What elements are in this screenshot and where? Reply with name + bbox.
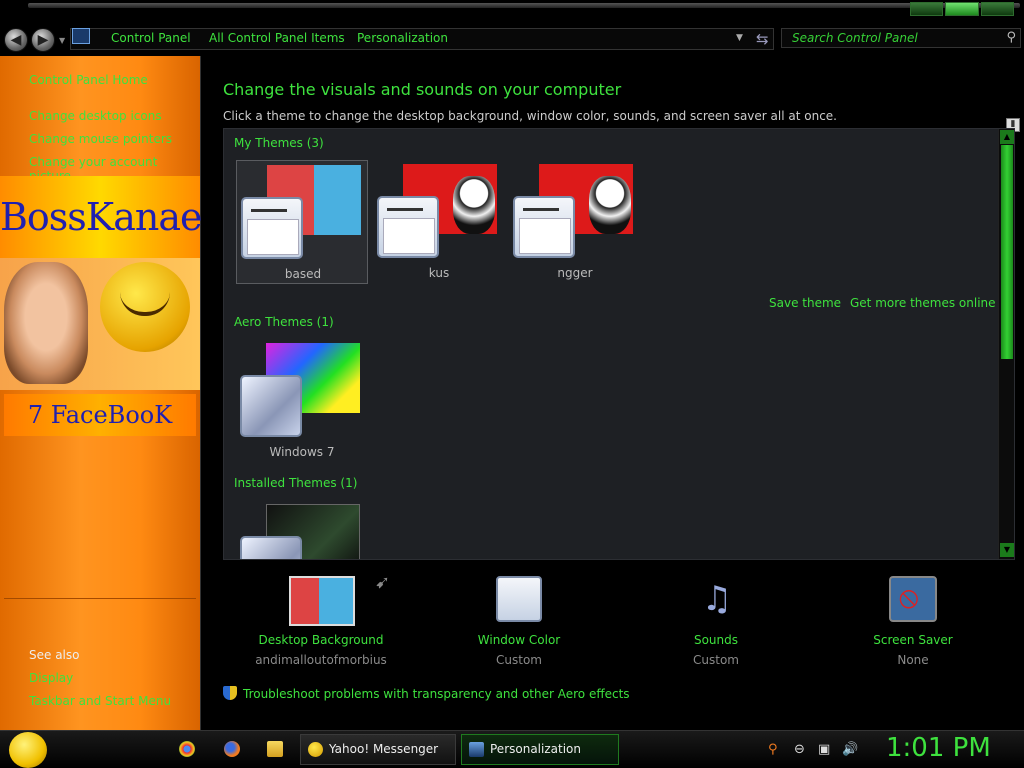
- task-yahoo-messenger[interactable]: Yahoo! Messenger: [300, 734, 456, 765]
- desktop-background-value: andimalloutofmorbius: [255, 653, 387, 667]
- window-color-icon: [513, 196, 575, 258]
- window-color-icon: [240, 536, 302, 559]
- search-tray-icon[interactable]: ⚲: [768, 742, 778, 757]
- taskbar: Yahoo! Messenger Personalization ⚲ ⊖ ▣ 🔊…: [0, 730, 1024, 768]
- minimize-button[interactable]: [910, 2, 944, 16]
- breadcrumb-personalization[interactable]: Personalization: [357, 31, 448, 45]
- status-tray-icon[interactable]: ⊖: [794, 742, 805, 757]
- theme-ngger[interactable]: ngger: [509, 160, 641, 284]
- sounds-label: Sounds: [693, 633, 739, 647]
- link-display[interactable]: Display: [29, 671, 73, 685]
- link-change-desktop-icons[interactable]: Change desktop icons: [29, 109, 162, 123]
- forward-button[interactable]: ▶: [31, 28, 55, 52]
- title-bar: [0, 0, 1024, 24]
- task-label: Personalization: [490, 742, 581, 756]
- theme-list: My Themes (3) based kus ngger Save theme…: [223, 128, 1015, 560]
- search-icon[interactable]: ⚲: [1006, 30, 1016, 45]
- link-control-panel-home[interactable]: Control Panel Home: [29, 73, 148, 87]
- link-change-mouse-pointers[interactable]: Change mouse pointers: [29, 132, 172, 146]
- window-color-icon: [241, 197, 303, 259]
- window-color-label: Window Color: [477, 633, 561, 647]
- page-heading: Change the visuals and sounds on your co…: [223, 80, 622, 99]
- recent-pages-dropdown[interactable]: ▼: [59, 36, 65, 45]
- search-placeholder: Search Control Panel: [792, 31, 918, 45]
- firefox-icon[interactable]: [224, 741, 240, 757]
- smiley-figure: [100, 262, 190, 352]
- sidebar-divider: [4, 598, 196, 599]
- banner-image: [0, 258, 200, 390]
- breadcrumb-control-panel[interactable]: Control Panel: [111, 31, 191, 45]
- screen-saver-value: None: [897, 653, 929, 667]
- group-my-themes: My Themes (3): [234, 136, 324, 150]
- theme-name: ngger: [557, 266, 593, 280]
- child-photo: [4, 262, 88, 384]
- window-color-icon: [240, 375, 302, 437]
- theme-kus[interactable]: kus: [373, 160, 505, 284]
- banner-title: BossKanae: [0, 176, 202, 258]
- troubleshoot-link[interactable]: Troubleshoot problems with transparency …: [223, 686, 630, 701]
- shield-icon: [223, 686, 237, 700]
- maximize-button[interactable]: [945, 2, 979, 16]
- breadcrumb-all-items[interactable]: All Control Panel Items: [209, 31, 345, 45]
- volume-icon[interactable]: 🔊: [842, 742, 858, 757]
- scroll-up-arrow[interactable]: ▲: [1000, 130, 1014, 144]
- group-installed-themes: Installed Themes (1): [234, 476, 358, 490]
- theme-name: based: [284, 267, 322, 281]
- start-button[interactable]: [9, 732, 47, 768]
- scroll-thumb[interactable]: [1001, 145, 1013, 359]
- scroll-down-arrow[interactable]: ▼: [1000, 543, 1014, 557]
- screen-saver-icon: [889, 576, 937, 622]
- back-button[interactable]: ◀: [4, 28, 28, 52]
- window-color-icon: [377, 196, 439, 258]
- see-also-label: See also: [29, 648, 80, 662]
- network-icon[interactable]: ▣: [818, 742, 830, 757]
- banner-caption: 7 FaceBooK: [4, 394, 196, 436]
- folder-icon[interactable]: [267, 741, 283, 757]
- desktop-background-icon: [289, 576, 355, 626]
- theme-windows-7[interactable]: Windows 7: [236, 339, 368, 463]
- sounds-icon: ♫: [701, 579, 733, 619]
- theme-based[interactable]: based: [236, 160, 368, 284]
- close-button[interactable]: [980, 2, 1014, 16]
- screen-saver-button[interactable]: Screen Saver None: [823, 576, 1003, 676]
- theme-installed[interactable]: [236, 500, 368, 559]
- task-personalization[interactable]: Personalization: [461, 734, 619, 765]
- clock[interactable]: 1:01 PM: [886, 733, 991, 763]
- task-label: Yahoo! Messenger: [329, 742, 439, 756]
- window-color-icon: [496, 576, 542, 622]
- title-bar-edge: [28, 3, 1020, 8]
- save-theme-link[interactable]: Save theme: [769, 296, 841, 310]
- main-content: ▮ Change the visuals and sounds on your …: [201, 56, 1024, 730]
- yahoo-messenger-icon: [308, 742, 323, 757]
- left-panel: Control Panel Home Change desktop icons …: [0, 56, 202, 730]
- control-panel-icon: [72, 28, 90, 44]
- theme-name: kus: [428, 266, 450, 280]
- desktop-background-button[interactable]: Desktop Background andimalloutofmorbius: [231, 576, 411, 676]
- page-description: Click a theme to change the desktop back…: [223, 109, 837, 123]
- sounds-button[interactable]: ♫ Sounds Custom: [626, 576, 806, 676]
- link-taskbar-start-menu[interactable]: Taskbar and Start Menu: [29, 694, 171, 708]
- window-color-value: Custom: [496, 653, 542, 667]
- group-aero-themes: Aero Themes (1): [234, 315, 334, 329]
- sidebar-banner: BossKanae 7 FaceBooK: [0, 176, 202, 496]
- screen-saver-label: Screen Saver: [873, 633, 953, 647]
- search-field[interactable]: Search Control Panel ⚲: [781, 28, 1021, 48]
- window-controls: [910, 2, 1014, 16]
- desktop-background-label: Desktop Background: [258, 633, 384, 647]
- troubleshoot-text: Troubleshoot problems with transparency …: [243, 687, 630, 701]
- refresh-icon[interactable]: ⇆: [756, 30, 769, 48]
- window-color-button[interactable]: Window Color Custom: [429, 576, 609, 676]
- theme-name: Windows 7: [269, 445, 335, 459]
- get-more-themes-link[interactable]: Get more themes online: [850, 296, 996, 310]
- chrome-icon[interactable]: [179, 741, 195, 757]
- sounds-value: Custom: [693, 653, 739, 667]
- control-panel-icon: [469, 742, 484, 757]
- theme-list-scrollbar[interactable]: ▲ ▼: [998, 129, 1014, 559]
- address-dropdown-icon[interactable]: ▼: [736, 33, 743, 43]
